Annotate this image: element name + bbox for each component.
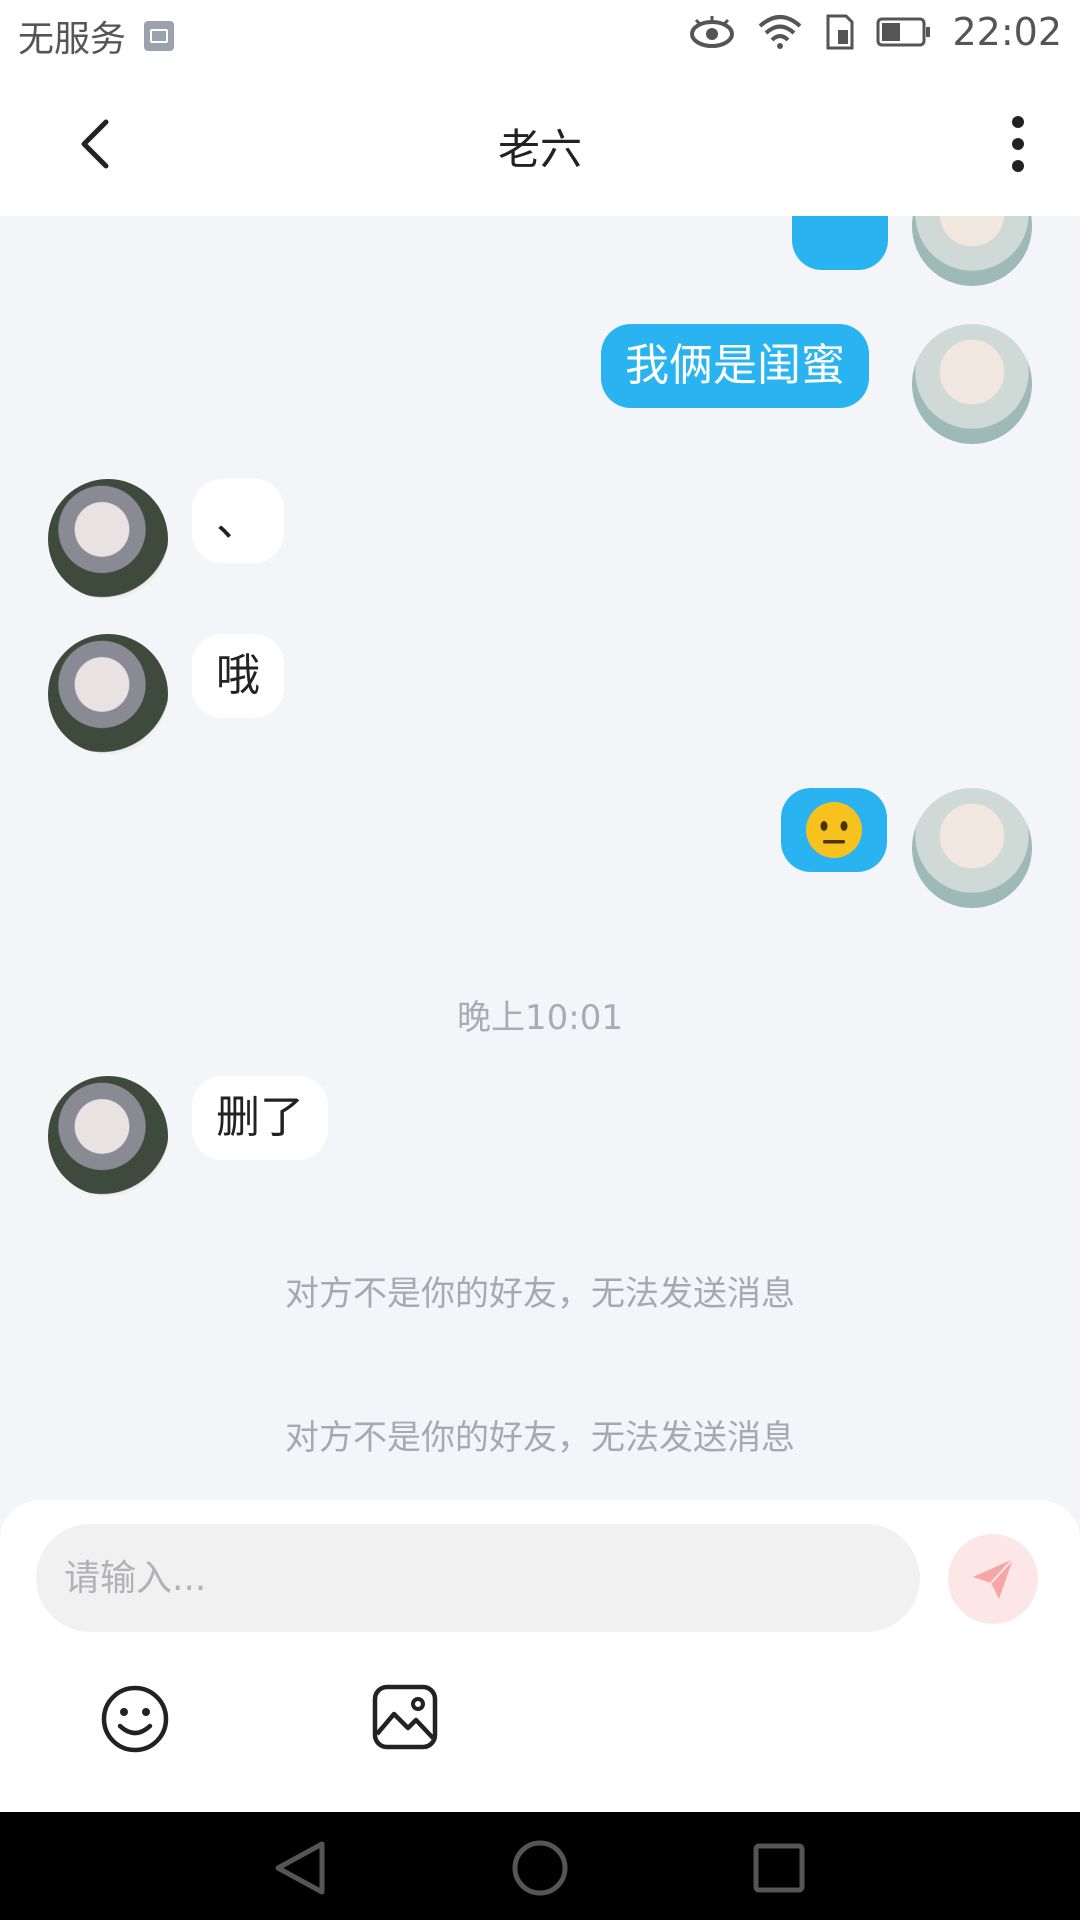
message-bubble-me[interactable]: 我俩是闺蜜 — [601, 324, 869, 408]
clock: 22:02 — [952, 10, 1062, 54]
more-vertical-icon — [1012, 116, 1024, 172]
message-bubble-other[interactable]: 删了 — [192, 1076, 328, 1160]
my-avatar[interactable] — [912, 324, 1032, 444]
status-left: 无服务 — [18, 10, 175, 62]
composer-panel — [0, 1500, 1080, 1812]
nav-recent-apps-icon[interactable] — [752, 1842, 806, 1894]
battery-icon — [876, 17, 931, 47]
system-message: 对方不是你的好友，无法发送消息 — [285, 1418, 795, 1458]
message-bubble-partial[interactable] — [792, 216, 888, 270]
message-list[interactable]: 我俩是闺蜜 、 哦 晚上10:01 删了 对方不是你的好友，无法发送消息 对方不… — [0, 216, 1080, 1500]
neutral-face-emoji-icon — [806, 802, 862, 858]
contact-avatar[interactable] — [48, 634, 168, 754]
message-bubble-other[interactable]: 、 — [192, 479, 284, 563]
message-bubble-other[interactable]: 哦 — [192, 634, 284, 718]
wifi-icon — [759, 15, 802, 49]
contact-avatar[interactable] — [48, 1076, 168, 1196]
status-bar: 无服务 22:02 — [0, 0, 1080, 72]
emoji-message-bubble[interactable] — [781, 788, 887, 872]
eye-icon — [690, 16, 735, 48]
message-input[interactable] — [36, 1524, 920, 1632]
smile-icon — [101, 1685, 169, 1753]
sim-icon — [826, 14, 854, 50]
image-icon — [372, 1684, 438, 1750]
my-avatar[interactable] — [912, 216, 1032, 286]
more-options-button[interactable] — [986, 112, 1050, 176]
carrier-label: 无服务 — [18, 19, 127, 60]
paper-plane-icon — [973, 1558, 1014, 1599]
system-navigation-bar — [0, 1812, 1080, 1920]
send-button[interactable] — [948, 1534, 1038, 1624]
nav-home-icon[interactable] — [510, 1840, 570, 1896]
chat-header: 老六 — [0, 72, 1080, 216]
contact-avatar[interactable] — [48, 479, 168, 599]
timestamp: 晚上10:01 — [457, 998, 623, 1038]
image-notification-icon — [144, 21, 175, 51]
status-right: 22:02 — [688, 10, 1062, 54]
my-avatar[interactable] — [912, 788, 1032, 908]
chat-title: 老六 — [497, 125, 582, 174]
system-message: 对方不是你的好友，无法发送消息 — [285, 1274, 795, 1314]
emoji-button[interactable] — [100, 1684, 170, 1754]
nav-back-icon[interactable] — [270, 1840, 330, 1896]
image-button[interactable] — [372, 1684, 438, 1750]
